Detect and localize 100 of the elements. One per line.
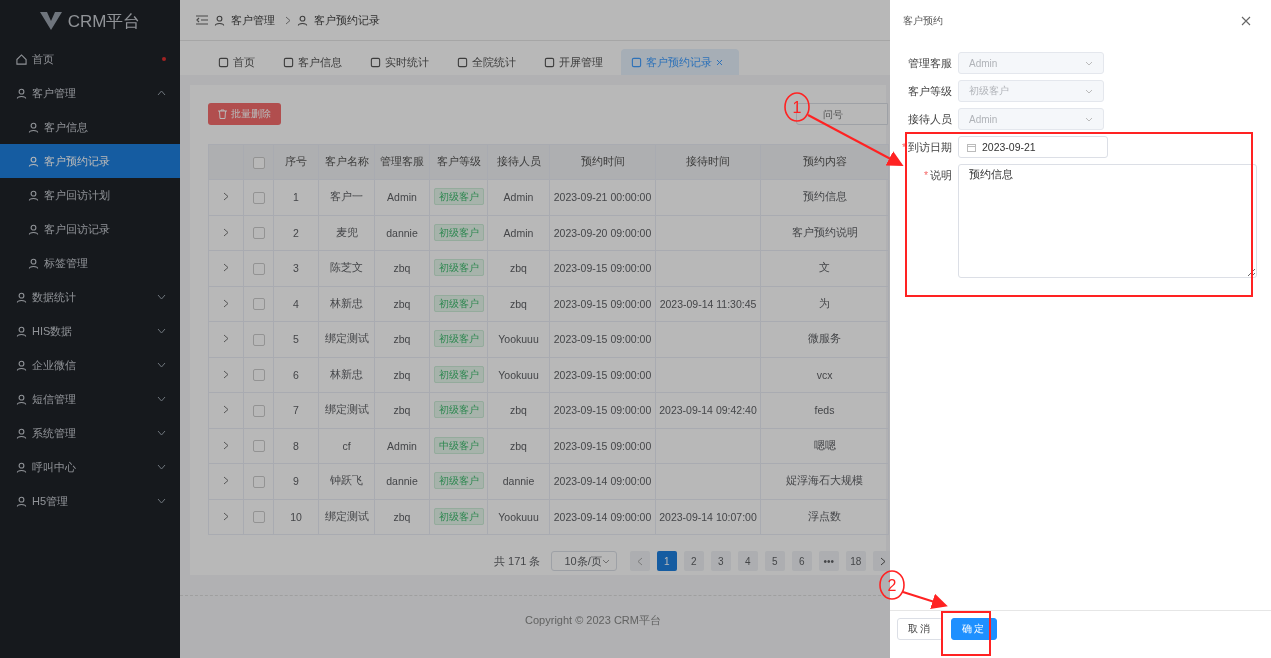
chevron-down-icon (1085, 60, 1093, 66)
chevron-right-icon[interactable] (223, 369, 229, 379)
table-cell: 浮点数 (760, 499, 889, 535)
tab[interactable]: 开屏管理 (534, 49, 619, 75)
chevron-right-icon[interactable] (223, 263, 229, 273)
table-cell: zbq (487, 428, 550, 464)
table-cell: zbq (374, 250, 430, 286)
checkbox[interactable] (252, 227, 265, 240)
table-cell: 2023-09-15 09:00:00 (549, 392, 656, 428)
field-label: 接待人员 (907, 112, 953, 127)
page-size-select[interactable]: 10条/页 (551, 551, 617, 571)
checkbox[interactable] (252, 191, 265, 204)
menu-item[interactable]: 呼叫中心 (0, 450, 180, 484)
table-cell: zbq (487, 392, 550, 428)
chevron-down-icon (601, 558, 610, 564)
chevron-right-icon[interactable] (223, 440, 229, 450)
checkbox[interactable] (252, 475, 265, 488)
checkbox[interactable] (252, 404, 265, 417)
table-cell: 预约信息 (760, 179, 889, 215)
checkbox[interactable] (252, 156, 265, 169)
table-cell: Admin (374, 428, 430, 464)
tab[interactable]: 客户信息 (273, 49, 358, 75)
chevron-right-icon[interactable] (223, 334, 229, 344)
checkbox[interactable] (252, 440, 265, 453)
menu-item[interactable]: 客户管理 (0, 76, 180, 110)
person-icon (28, 223, 39, 235)
checkbox[interactable] (252, 262, 265, 275)
person-icon (28, 257, 39, 269)
person-icon (16, 461, 27, 473)
checkbox[interactable] (252, 298, 265, 311)
chevron-down-icon (1085, 88, 1093, 94)
page-button[interactable]: 2 (683, 551, 704, 571)
menu-item[interactable]: 企业微信 (0, 348, 180, 382)
table-cell: Yookuuu (487, 357, 550, 393)
table-cell: Yookuuu (487, 321, 550, 357)
tab[interactable]: 实时统计 (360, 49, 445, 75)
table-cell: 6 (273, 357, 319, 393)
chevron-right-icon[interactable] (223, 476, 229, 486)
table-cell: Admin (374, 179, 430, 215)
confirm-button[interactable]: 确定 (951, 617, 997, 640)
menu-item[interactable]: 短信管理 (0, 382, 180, 416)
level-tag: 初级客户 (433, 223, 484, 241)
page-button[interactable]: 6 (791, 551, 812, 571)
tab-icon (283, 56, 294, 68)
page-button[interactable]: 18 (845, 551, 866, 571)
page-button[interactable]: 3 (710, 551, 731, 571)
person-icon (16, 325, 27, 337)
table-cell: 钟跃飞 (318, 463, 375, 499)
table-cell: 林新忠 (318, 357, 375, 393)
table-cell: 9 (273, 463, 319, 499)
chevron-right-icon[interactable] (223, 298, 229, 308)
person-icon (16, 359, 27, 371)
page-button[interactable]: 5 (764, 551, 785, 571)
page-button[interactable]: 4 (737, 551, 758, 571)
table-cell: dannie (374, 463, 430, 499)
checkbox[interactable] (252, 511, 265, 524)
menu-item[interactable]: 首页 (0, 42, 180, 76)
submenu-item[interactable]: 客户回访记录 (0, 212, 180, 246)
date-field[interactable]: 2023-09-21 (958, 136, 1108, 158)
breadcrumb-item[interactable]: 客户预约记录 (314, 12, 380, 28)
table-cell: zbq (374, 499, 430, 535)
page-button[interactable]: ••• (818, 551, 839, 571)
chevron-right-icon[interactable] (223, 227, 229, 237)
level-tag: 初级客户 (433, 188, 484, 206)
menu-item[interactable]: 数据统计 (0, 280, 180, 314)
page-button[interactable]: 1 (656, 551, 677, 571)
table-cell: cf (318, 428, 375, 464)
table-cell: 麦兜 (318, 215, 375, 251)
chevron-right-icon[interactable] (223, 192, 229, 202)
tab[interactable]: 全院统计 (447, 49, 532, 75)
close-icon[interactable] (1241, 16, 1251, 26)
table-cell: feds (760, 392, 889, 428)
table-cell: 2023-09-20 09:00:00 (549, 215, 656, 251)
table-cell: 绑定测试 (318, 321, 375, 357)
chevron-right-icon[interactable] (223, 405, 229, 415)
table-cell: 2023-09-15 09:00:00 (549, 321, 656, 357)
description-textarea[interactable]: 预约信息 (958, 164, 1257, 278)
checkbox[interactable] (252, 333, 265, 346)
checkbox[interactable] (252, 369, 265, 382)
menu-item[interactable]: 系统管理 (0, 416, 180, 450)
submenu-item[interactable]: 客户信息 (0, 110, 180, 144)
person-icon (28, 155, 39, 167)
menu-item[interactable]: HIS数据 (0, 314, 180, 348)
submenu-item[interactable]: 客户回访计划 (0, 178, 180, 212)
menu-icon[interactable] (196, 15, 208, 25)
cancel-button[interactable]: 取消 (897, 617, 943, 640)
level-tag: 中级客户 (433, 436, 484, 454)
submenu-item[interactable]: 标签管理 (0, 246, 180, 280)
chevron-right-icon[interactable] (223, 511, 229, 521)
person-icon (16, 393, 27, 405)
level-tag: 初级客户 (433, 507, 484, 525)
column-header: 管理客服 (374, 144, 430, 180)
drawer-title: 客户预约 (903, 14, 943, 28)
breadcrumb-item[interactable]: 客户管理 (231, 12, 275, 28)
table-cell: Admin (487, 179, 550, 215)
submenu-item[interactable]: 客户预约记录 (0, 144, 180, 178)
table-cell: 2023-09-21 00:00:00 (549, 179, 656, 215)
tab[interactable]: 首页 (208, 49, 271, 75)
menu-item[interactable]: H5管理 (0, 484, 180, 518)
person-icon (16, 87, 27, 99)
